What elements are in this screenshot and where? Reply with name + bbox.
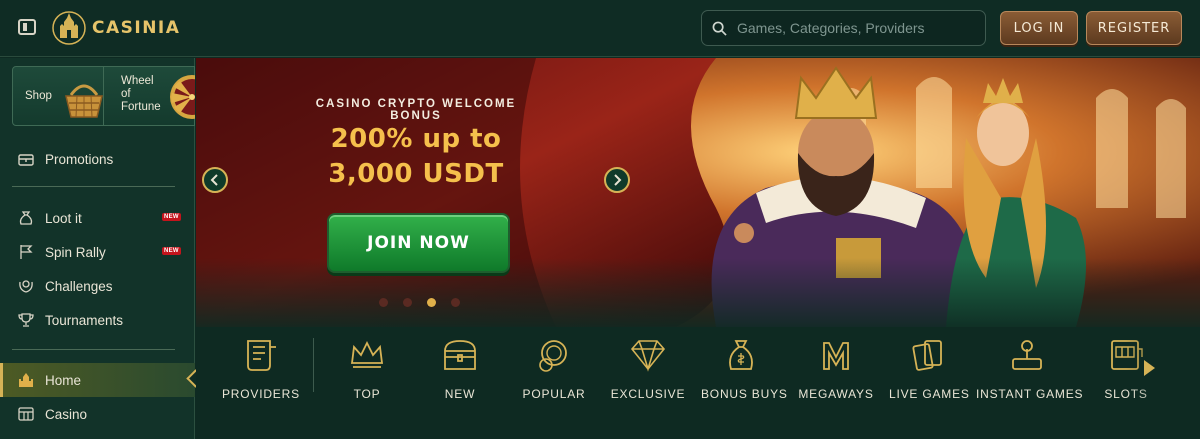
search-box[interactable]: [701, 10, 986, 46]
banner-next-button[interactable]: [604, 167, 630, 193]
category-separator: [313, 338, 314, 392]
search-input[interactable]: [737, 20, 977, 36]
shop-tile[interactable]: Shop: [12, 66, 104, 126]
sidebar-item-label: Loot it: [45, 210, 82, 226]
category-bonus-buys[interactable]: BONUS BUYS: [701, 337, 788, 417]
slide-dot[interactable]: [451, 298, 460, 307]
slide-indicator: [379, 298, 460, 307]
category-slots[interactable]: SLOTS: [1101, 337, 1151, 417]
chest-icon: [18, 154, 34, 166]
sidebar-item-label: Tournaments: [45, 312, 124, 328]
category-top[interactable]: TOP: [335, 337, 399, 417]
basket-icon: [65, 84, 103, 118]
category-scroll-next-icon[interactable]: [1144, 360, 1155, 376]
sidebar-item-loot-it[interactable]: Loot it NEW: [0, 201, 195, 235]
joystick-icon: [1012, 340, 1042, 370]
category-label: BONUS BUYS: [701, 387, 788, 401]
chevron-left-icon: [210, 174, 218, 186]
category-label: NEW: [444, 387, 476, 401]
sidebar-divider: [12, 349, 175, 350]
category-live-games[interactable]: LIVE GAMES: [889, 337, 970, 417]
category-megaways[interactable]: MEGAWAYS: [798, 337, 874, 417]
hero-banner[interactable]: CASINO CRYPTO WELCOME BONUS 200% up to 3…: [196, 58, 1200, 327]
castle-icon: [19, 373, 33, 387]
join-now-button[interactable]: JOIN NOW: [327, 213, 510, 273]
bonus-headline-line2: 3,000 USDT: [328, 159, 504, 189]
search-icon: [712, 21, 727, 36]
category-bar: PROVIDERS TOP NEW POPULAR EXCLUSIVE BONU…: [196, 327, 1200, 439]
category-label: EXCLUSIVE: [610, 387, 686, 401]
category-label: TOP: [353, 387, 381, 401]
banner-prev-button[interactable]: [202, 167, 228, 193]
category-label: PROVIDERS: [222, 387, 300, 401]
bonus-kicker: CASINO CRYPTO WELCOME BONUS: [315, 98, 517, 122]
wheel-tile-label: Wheel of Fortune: [121, 75, 161, 113]
category-exclusive[interactable]: EXCLUSIVE: [610, 337, 686, 417]
category-instant-games[interactable]: INSTANT GAMES: [976, 337, 1084, 417]
sidebar-divider: [12, 186, 175, 187]
category-label: SLOTS: [1104, 387, 1148, 401]
cards-icon: [912, 340, 942, 371]
category-providers[interactable]: PROVIDERS: [222, 337, 300, 417]
slide-dot[interactable]: [379, 298, 388, 307]
brand-logo[interactable]: CASINIA: [52, 10, 180, 46]
flag-icon: [20, 245, 33, 259]
laurel-icon: [19, 280, 33, 293]
slide-dot[interactable]: [403, 298, 412, 307]
sidebar-item-label: Spin Rally: [45, 244, 106, 260]
chevron-right-icon: [614, 174, 622, 186]
category-label: LIVE GAMES: [889, 387, 970, 401]
wheel-of-fortune-tile[interactable]: Wheel of Fortune: [104, 66, 195, 126]
sidebar-item-spin-rally[interactable]: Spin Rally NEW: [0, 235, 195, 269]
slot-icon: [18, 407, 34, 421]
new-badge: NEW: [162, 213, 181, 221]
crown-icon: [350, 340, 384, 368]
category-label: POPULAR: [522, 387, 586, 401]
category-label: INSTANT GAMES: [976, 387, 1084, 401]
castle-logo-icon: [52, 11, 86, 45]
slot-machine-icon: [1111, 340, 1143, 370]
login-button[interactable]: LOG IN: [1000, 11, 1078, 45]
sidebar-item-label: Challenges: [45, 278, 113, 294]
category-new[interactable]: NEW: [428, 337, 492, 417]
sidebar-item-casino[interactable]: Casino: [0, 397, 195, 431]
bag-icon: [19, 211, 33, 225]
trophy-icon: [18, 313, 34, 327]
register-button[interactable]: REGISTER: [1086, 11, 1182, 45]
treasure-chest-icon: [444, 340, 476, 370]
money-bag-icon: [729, 340, 753, 370]
shop-tile-label: Shop: [25, 90, 52, 102]
sidebar-item-tournaments[interactable]: Tournaments: [0, 303, 195, 337]
new-badge: NEW: [162, 247, 181, 255]
scroll-icon: [246, 340, 276, 371]
promo-tiles: Shop Wheel of Fortune: [12, 66, 195, 126]
sidebar-item-promotions[interactable]: Promotions: [0, 142, 195, 176]
coins-icon: [539, 340, 567, 372]
top-header: CASINIA LOG IN REGISTER: [0, 0, 1200, 57]
sidebar-toggle-icon[interactable]: [18, 19, 36, 35]
sidebar-item-label: Home: [45, 372, 82, 388]
bonus-headline-line1: 200% up to: [330, 124, 502, 154]
sidebar-item-label: Promotions: [45, 151, 114, 167]
megaways-icon: [823, 342, 849, 370]
wheel-icon: [170, 75, 195, 119]
diamond-icon: [630, 340, 666, 372]
sidebar-item-home[interactable]: Home: [0, 363, 205, 397]
sidebar: Shop Wheel of Fortune Promotions Loot it: [0, 58, 205, 439]
sidebar-item-challenges[interactable]: Challenges: [0, 269, 195, 303]
category-label: MEGAWAYS: [798, 387, 874, 401]
brand-name: CASINIA: [92, 18, 181, 38]
category-popular[interactable]: POPULAR: [519, 337, 589, 417]
sidebar-item-label: Casino: [45, 406, 88, 422]
slide-dot-active[interactable]: [427, 298, 436, 307]
